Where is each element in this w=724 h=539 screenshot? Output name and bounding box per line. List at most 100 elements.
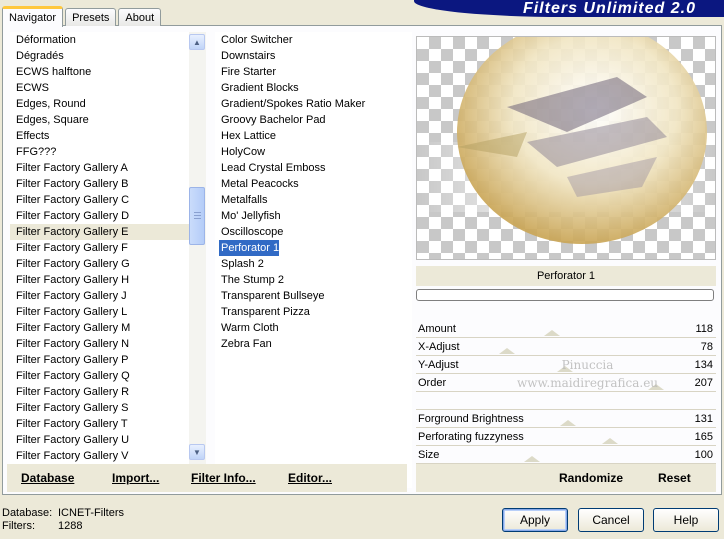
slider-marker[interactable] bbox=[499, 348, 515, 354]
param-row[interactable]: Size 100 bbox=[416, 447, 716, 464]
category-item[interactable]: Filter Factory Gallery V bbox=[10, 448, 205, 464]
filter-item[interactable]: Transparent Pizza bbox=[215, 304, 412, 320]
param-row[interactable]: Perforating fuzzyness 165 bbox=[416, 429, 716, 446]
randomize-button[interactable]: Randomize bbox=[559, 471, 623, 485]
preview-art bbox=[417, 37, 715, 244]
slider-track[interactable] bbox=[416, 321, 716, 338]
filter-item[interactable]: Gradient Blocks bbox=[215, 80, 412, 96]
tab-strip: Navigator Presets About bbox=[2, 4, 163, 27]
category-item[interactable]: Déformation bbox=[10, 32, 205, 48]
filter-item[interactable]: Splash 2 bbox=[215, 256, 412, 272]
app-title: Filters Unlimited 2.0 bbox=[522, 0, 696, 17]
filter-info-button[interactable]: Filter Info... bbox=[191, 471, 256, 485]
reset-button[interactable]: Reset bbox=[658, 471, 691, 485]
category-item[interactable]: Filter Factory Gallery B bbox=[10, 176, 205, 192]
category-item[interactable]: Filter Factory Gallery E bbox=[10, 224, 205, 240]
category-item[interactable]: Filter Factory Gallery D bbox=[10, 208, 205, 224]
scroll-up-button[interactable]: ▲ bbox=[189, 34, 205, 50]
scroll-thumb[interactable] bbox=[189, 187, 205, 245]
category-item[interactable]: Filter Factory Gallery N bbox=[10, 336, 205, 352]
param-name: Size bbox=[418, 449, 440, 461]
cancel-button[interactable]: Cancel bbox=[578, 508, 644, 532]
category-item[interactable]: Filter Factory Gallery M bbox=[10, 320, 205, 336]
param-name: Y-Adjust bbox=[418, 359, 459, 371]
param-value: 165 bbox=[694, 431, 713, 443]
category-item[interactable]: Filter Factory Gallery L bbox=[10, 304, 205, 320]
category-item[interactable]: Filter Factory Gallery Q bbox=[10, 368, 205, 384]
preview-image bbox=[416, 36, 716, 260]
param-value: 118 bbox=[695, 323, 713, 335]
arrow-down-icon: ▼ bbox=[193, 447, 201, 457]
scroll-down-button[interactable]: ▼ bbox=[189, 444, 205, 460]
filter-item[interactable]: HolyCow bbox=[215, 144, 412, 160]
category-item[interactable]: ECWS bbox=[10, 80, 205, 96]
category-item[interactable]: Filter Factory Gallery F bbox=[10, 240, 205, 256]
filter-list[interactable]: Color Switcher Downstairs Fire Starter Grad… bbox=[215, 32, 412, 488]
slider-marker[interactable] bbox=[544, 330, 560, 336]
database-value: ICNET-Filters bbox=[58, 507, 124, 519]
editor-button[interactable]: Editor... bbox=[288, 471, 332, 485]
category-item[interactable]: Filter Factory Gallery H bbox=[10, 272, 205, 288]
slider-marker[interactable] bbox=[602, 438, 618, 444]
filter-item[interactable]: Fire Starter bbox=[215, 64, 412, 80]
filter-item[interactable]: Hex Lattice bbox=[215, 128, 412, 144]
grip-line bbox=[194, 212, 201, 213]
preview-filter-name: Perforator 1 bbox=[416, 266, 716, 286]
filter-item[interactable]: Zebra Fan bbox=[215, 336, 412, 352]
category-item[interactable]: Filter Factory Gallery U bbox=[10, 432, 205, 448]
param-row[interactable]: X-Adjust 78 bbox=[416, 339, 716, 356]
filter-item[interactable]: The Stump 2 bbox=[215, 272, 412, 288]
category-item[interactable]: Filter Factory Gallery G bbox=[10, 256, 205, 272]
category-item[interactable]: Filter Factory Gallery A bbox=[10, 160, 205, 176]
param-value: 131 bbox=[694, 413, 713, 425]
help-button[interactable]: Help bbox=[653, 508, 719, 532]
category-item[interactable]: Filter Factory Gallery R bbox=[10, 384, 205, 400]
category-item[interactable]: Filter Factory Gallery C bbox=[10, 192, 205, 208]
filters-count: 1288 bbox=[58, 520, 83, 532]
watermark-line: www.maidiregrafica.eu bbox=[517, 376, 659, 390]
database-label: Database: bbox=[2, 507, 53, 519]
category-item[interactable]: Filter Factory Gallery P bbox=[10, 352, 205, 368]
category-item[interactable]: Filter Factory Gallery S bbox=[10, 400, 205, 416]
slider-marker[interactable] bbox=[524, 456, 540, 462]
database-button[interactable]: Database bbox=[21, 471, 74, 485]
slider-track[interactable] bbox=[416, 447, 716, 464]
category-list[interactable]: Déformation Dégradés ECWS halftone ECWS Edge… bbox=[10, 32, 206, 488]
filter-item[interactable]: Metalfalls bbox=[215, 192, 412, 208]
category-item[interactable]: Filter Factory Gallery J bbox=[10, 288, 205, 304]
filter-item[interactable]: Warm Cloth bbox=[215, 320, 412, 336]
arrow-up-icon: ▲ bbox=[193, 37, 201, 47]
category-item[interactable]: Edges, Round bbox=[10, 96, 205, 112]
tab-navigator[interactable]: Navigator bbox=[2, 6, 64, 27]
category-item[interactable]: FFG??? bbox=[10, 144, 205, 160]
filter-item[interactable]: Transparent Bullseye bbox=[215, 288, 412, 304]
category-item[interactable]: Effects bbox=[10, 128, 205, 144]
watermark: Pinuccia www.maidiregrafica.eu bbox=[517, 356, 658, 392]
category-scrollbar[interactable]: ▲ ▼ bbox=[189, 32, 206, 488]
import-button[interactable]: Import... bbox=[112, 471, 159, 485]
category-item[interactable]: ECWS halftone bbox=[10, 64, 205, 80]
tab-about[interactable]: About bbox=[118, 8, 162, 26]
category-item[interactable]: Filter Factory Gallery T bbox=[10, 416, 205, 432]
tab-presets[interactable]: Presets bbox=[65, 8, 117, 26]
param-row[interactable]: Forground Brightness 131 bbox=[416, 411, 716, 428]
category-item[interactable]: Edges, Square bbox=[10, 112, 205, 128]
param-row[interactable]: Amount 118 bbox=[416, 321, 716, 338]
filter-item[interactable]: Perforator 1 bbox=[219, 240, 279, 256]
slider-marker[interactable] bbox=[560, 420, 576, 426]
filter-item[interactable]: Mo' Jellyfish bbox=[215, 208, 412, 224]
param-row bbox=[416, 393, 716, 410]
slider-track[interactable] bbox=[416, 339, 716, 356]
filter-item[interactable]: Oscilloscope bbox=[215, 224, 412, 240]
filter-item[interactable]: Groovy Bachelor Pad bbox=[215, 112, 412, 128]
param-value: 78 bbox=[700, 341, 713, 353]
preview-toolbar: Randomize Reset bbox=[416, 464, 716, 492]
category-item[interactable]: Dégradés bbox=[10, 48, 205, 64]
filter-item[interactable]: Downstairs bbox=[215, 48, 412, 64]
apply-button[interactable]: Apply bbox=[502, 508, 568, 532]
filter-item[interactable]: Metal Peacocks bbox=[215, 176, 412, 192]
filter-item[interactable]: Lead Crystal Emboss bbox=[215, 160, 412, 176]
filter-item[interactable]: Color Switcher bbox=[215, 32, 412, 48]
filter-item[interactable]: Gradient/Spokes Ratio Maker bbox=[215, 96, 412, 112]
param-value: 134 bbox=[694, 359, 713, 371]
